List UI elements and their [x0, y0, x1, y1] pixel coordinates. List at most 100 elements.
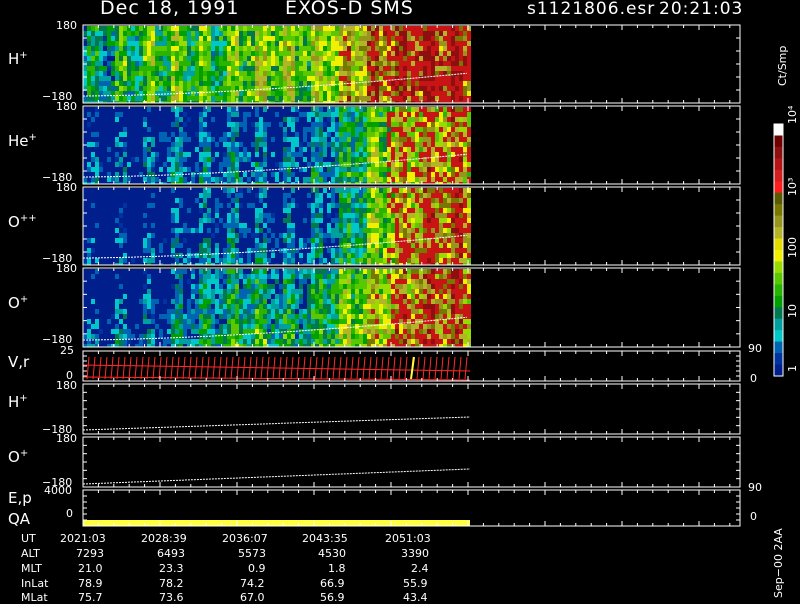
spectrogram-cell	[451, 71, 455, 76]
spectrogram-cell	[343, 208, 347, 213]
spectrogram-cell	[455, 329, 459, 334]
spectrogram-cell	[431, 274, 435, 279]
spectrogram-cell	[119, 31, 123, 36]
spectrogram-cell	[467, 253, 471, 258]
spectrogram-cell	[435, 157, 439, 162]
spectrogram-cell	[459, 172, 463, 177]
spectrogram-cell	[311, 66, 315, 71]
spectrogram-cell	[107, 86, 111, 91]
velocity-tick	[393, 357, 395, 379]
spectrogram-cell	[419, 36, 423, 41]
spectrogram-cell	[327, 71, 331, 76]
spectrogram-cell	[359, 319, 363, 324]
spectrogram-cell	[335, 274, 339, 279]
spectrogram-cell	[367, 314, 371, 319]
spectrogram-cell	[367, 36, 371, 41]
spectrogram-cell	[247, 339, 251, 344]
spectrogram-cell	[191, 56, 195, 61]
spectrogram-cell	[443, 294, 447, 299]
spectrogram-cell	[323, 71, 327, 76]
spectrogram-cell	[203, 294, 207, 299]
spectrogram-cell	[131, 36, 135, 41]
spectrogram-cell	[175, 243, 179, 248]
spectrogram-cell	[335, 91, 339, 96]
spectrogram-cell	[239, 258, 243, 263]
spectrogram-cell	[255, 193, 259, 198]
spectrogram-cell	[315, 71, 319, 76]
spectrogram-cell	[463, 167, 467, 172]
spectrogram-cell	[395, 248, 399, 253]
spectrogram-cell	[319, 172, 323, 177]
spectrogram-cell	[443, 162, 447, 167]
spectrogram-cell	[363, 294, 367, 299]
spectrogram-cell	[331, 309, 335, 314]
spectrogram-cell	[379, 228, 383, 233]
spectrogram-cell	[199, 193, 203, 198]
spectrogram-cell	[311, 213, 315, 218]
spectrogram-cell	[395, 132, 399, 137]
spectrogram-cell	[151, 304, 155, 309]
spectrogram-cell	[419, 193, 423, 198]
spectrogram-cell	[467, 279, 471, 284]
spectrogram-cell	[407, 112, 411, 117]
spectrogram-cell	[87, 91, 91, 96]
spectrogram-cell	[439, 76, 443, 81]
spectrogram-cell	[443, 223, 447, 228]
spectrogram-cell	[207, 152, 211, 157]
spectrogram-cell	[371, 279, 375, 284]
spectrogram-cell	[423, 299, 427, 304]
spectrogram-cell	[151, 167, 155, 172]
spectrogram-cell	[287, 258, 291, 263]
spectrogram-cell	[427, 248, 431, 253]
spectrogram-cell	[203, 284, 207, 289]
spectrogram-cell	[331, 203, 335, 208]
spectrogram-cell	[223, 339, 227, 344]
spectrogram-cell	[275, 41, 279, 46]
spectrogram-cell	[219, 299, 223, 304]
spectrogram-cell	[227, 122, 231, 127]
spectrogram-cell	[315, 137, 319, 142]
spectrogram-cell	[463, 81, 467, 86]
spectrogram-cell	[463, 218, 467, 223]
spectrogram-cell	[419, 76, 423, 81]
spectrogram-cell	[447, 223, 451, 228]
spectrogram-cell	[367, 142, 371, 147]
spectrogram-cell	[411, 198, 415, 203]
spectrogram-cell	[115, 76, 119, 81]
spectrogram-cell	[191, 309, 195, 314]
spectrogram-cell	[439, 137, 443, 142]
spectrogram-cell	[187, 152, 191, 157]
spectrogram-cell	[355, 314, 359, 319]
spectrogram-cell	[311, 31, 315, 36]
spectrogram-cell	[423, 253, 427, 258]
spectrogram-cell	[367, 127, 371, 132]
spectrogram-cell	[243, 289, 247, 294]
spectrogram-cell	[359, 117, 363, 122]
spectrogram-cell	[403, 228, 407, 233]
spectrogram-cell	[175, 233, 179, 238]
spectrogram-cell	[95, 76, 99, 81]
spectrogram-cell	[315, 253, 319, 258]
spectrogram-cell	[467, 203, 471, 208]
spectrogram-cell	[247, 71, 251, 76]
spectrogram-cell	[407, 304, 411, 309]
spectrogram-cell	[431, 71, 435, 76]
spectrogram-cell	[199, 122, 203, 127]
spectrogram-cell	[299, 36, 303, 41]
spectrogram-cell	[439, 193, 443, 198]
spectrogram-cell	[115, 152, 119, 157]
spectrogram-cell	[311, 51, 315, 56]
spectrogram-cell	[387, 56, 391, 61]
spectrogram-cell	[155, 26, 159, 31]
spectrogram-cell	[243, 172, 247, 177]
spectrogram-cell	[287, 319, 291, 324]
spectrogram-cell	[383, 61, 387, 66]
spectrogram-cell	[331, 81, 335, 86]
spectrogram-cell	[311, 279, 315, 284]
spectrogram-cell	[307, 71, 311, 76]
spectrogram-cell	[223, 41, 227, 46]
spectrogram-cell	[315, 334, 319, 339]
spectrogram-cell	[211, 31, 215, 36]
spectrogram-cell	[243, 112, 247, 117]
spectrogram-cell	[371, 223, 375, 228]
